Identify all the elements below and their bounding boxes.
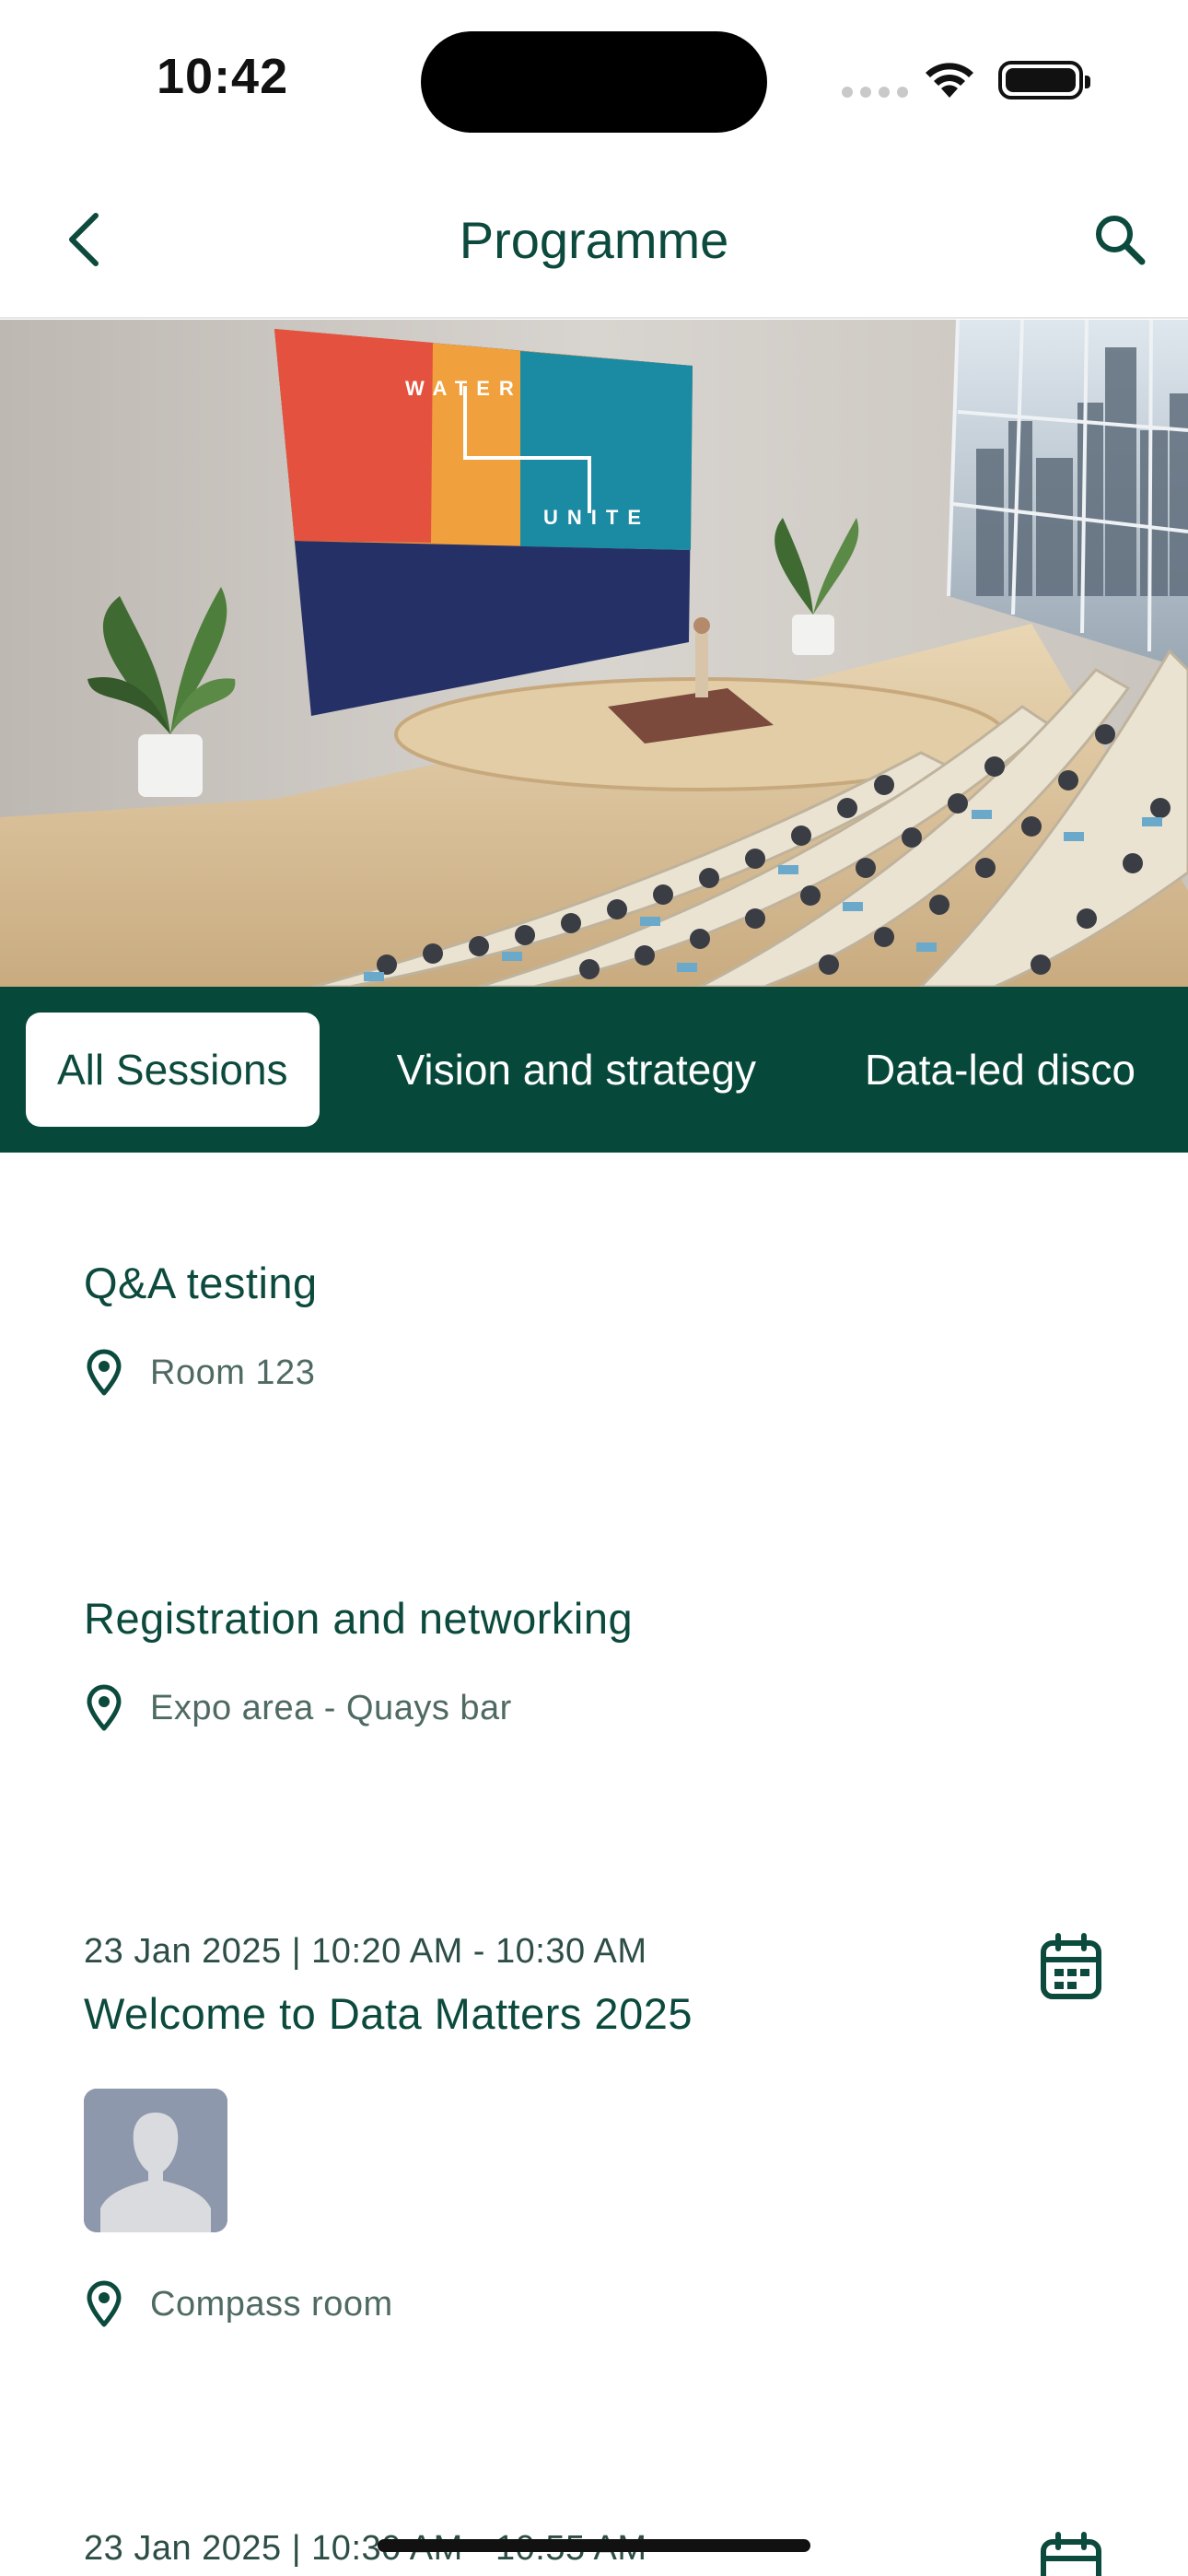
search-button[interactable] xyxy=(1083,203,1157,276)
session-item[interactable]: Q&A testing Room 123 xyxy=(84,1258,1106,1397)
session-location: Compass room xyxy=(84,2280,1106,2328)
status-bar: 10:42 xyxy=(0,0,1188,157)
session-item[interactable]: Registration and networking Expo area - … xyxy=(84,1593,1106,1732)
session-location: Room 123 xyxy=(84,1349,1106,1397)
search-icon xyxy=(1096,216,1146,265)
session-location-text: Compass room xyxy=(150,2284,393,2324)
tab-all-sessions[interactable]: All Sessions xyxy=(26,1013,320,1127)
wifi-icon xyxy=(926,63,973,98)
category-tabs: All Sessions Vision and strategy Data-le… xyxy=(0,987,1188,1153)
dynamic-island xyxy=(421,31,767,133)
page-title: Programme xyxy=(459,211,729,269)
tab-data-led-discovery[interactable]: Data-led disco xyxy=(833,1013,1167,1127)
tab-vision-and-strategy[interactable]: Vision and strategy xyxy=(366,1013,787,1127)
session-location: Expo area - Quays bar xyxy=(84,1684,1106,1732)
session-item[interactable]: 23 Jan 2025 | 10:20 AM - 10:30 AM Welcom… xyxy=(84,1932,1106,2328)
status-time: 10:42 xyxy=(157,49,289,104)
nav-header: Programme xyxy=(0,157,1188,319)
add-to-calendar-icon[interactable] xyxy=(1038,1932,1104,2002)
session-location-text: Room 123 xyxy=(150,1352,316,1392)
session-location-text: Expo area - Quays bar xyxy=(150,1688,512,1727)
location-pin-icon xyxy=(87,2280,122,2327)
battery-icon xyxy=(998,61,1090,100)
location-pin-icon xyxy=(87,1349,122,1396)
cellular-signal-icon xyxy=(842,87,908,98)
auditorium-illustration: WATER UNITE xyxy=(0,320,1188,987)
home-indicator[interactable] xyxy=(378,2539,810,2552)
session-title: Welcome to Data Matters 2025 xyxy=(84,1989,693,2038)
session-title: Q&A testing xyxy=(84,1259,318,1307)
session-date: 23 Jan 2025 | 10:20 AM - 10:30 AM xyxy=(84,1932,647,1971)
session-title: Registration and networking xyxy=(84,1594,634,1643)
person-placeholder-icon xyxy=(84,2089,227,2232)
screen-text-bottom: UNITE xyxy=(543,506,650,529)
speaker-avatar[interactable] xyxy=(84,2089,227,2232)
add-to-calendar-icon[interactable] xyxy=(1038,2531,1104,2576)
hero-image: WATER UNITE xyxy=(0,320,1188,987)
location-pin-icon xyxy=(87,1684,122,1731)
